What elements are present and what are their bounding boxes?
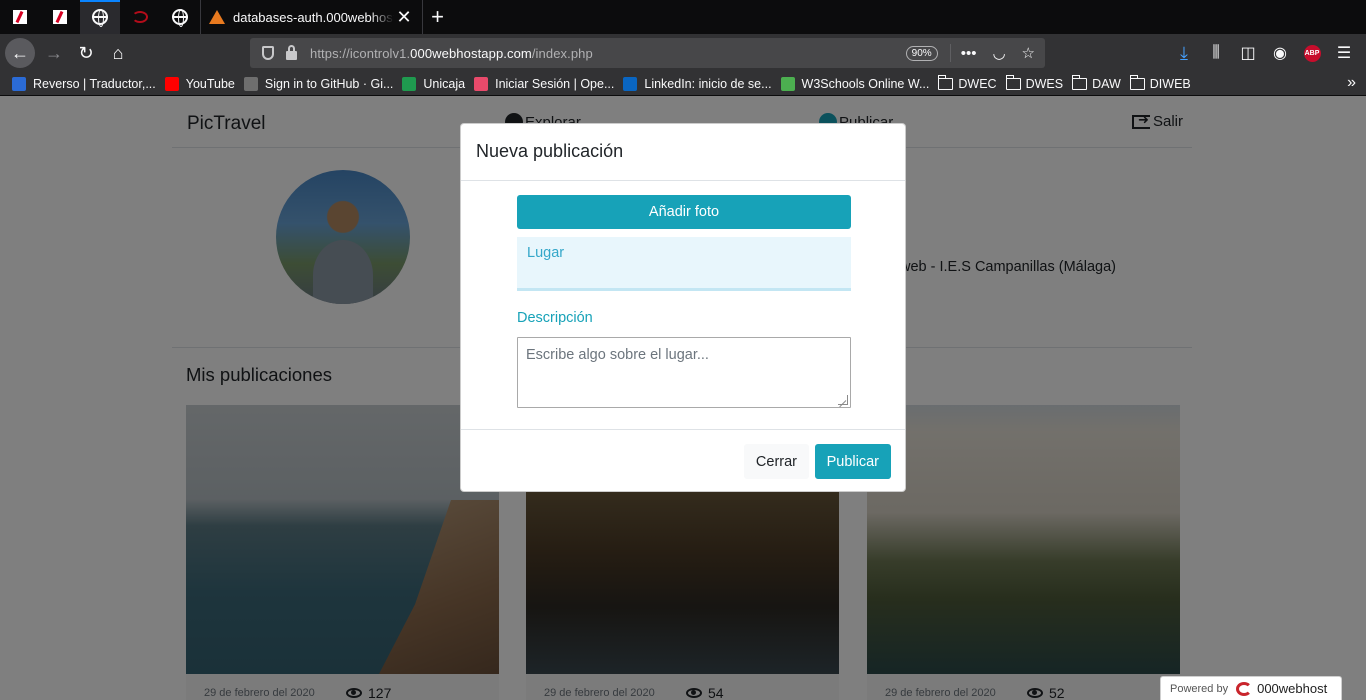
unicaja-icon xyxy=(402,76,417,91)
pocket-icon[interactable]: ◡ xyxy=(992,44,1005,62)
bookmark-item[interactable]: Reverso | Traductor,... xyxy=(12,76,156,91)
bookmark-item[interactable]: DAW xyxy=(1072,74,1121,91)
toolbar-right: ⤓ ⫼ ◫ ◉ ABP ☰ xyxy=(1168,34,1366,72)
library-icon[interactable]: ⫼ xyxy=(1200,37,1232,69)
bookmark-label: YouTube xyxy=(185,76,235,91)
url-bar[interactable]: https://icontrolv1.000webhostapp.com/ind… xyxy=(250,38,1045,68)
download-icon[interactable]: ⤓ xyxy=(1168,37,1200,69)
bookmarks-bar: Reverso | Traductor,... YouTube Sign in to… xyxy=(0,72,1366,96)
globe-icon xyxy=(172,9,188,27)
modal-title: Nueva publicación xyxy=(476,141,624,161)
bookmark-label: Reverso | Traductor,... xyxy=(33,76,156,91)
app-favicon-icon xyxy=(53,10,67,24)
w3schools-icon xyxy=(780,76,795,91)
powered-by-badge[interactable]: Powered by 000webhost xyxy=(1160,676,1342,700)
swirl-icon xyxy=(132,11,148,23)
tab-pinned-2[interactable] xyxy=(40,0,80,34)
tracking-shield-icon[interactable] xyxy=(262,46,274,60)
add-photo-button[interactable]: Añadir foto xyxy=(517,195,851,229)
adblock-plus-icon[interactable]: ABP xyxy=(1296,37,1328,69)
folder-icon xyxy=(1005,74,1021,90)
powered-by-brand: 000webhost xyxy=(1257,681,1328,696)
close-tab-icon[interactable]: ✕ xyxy=(394,7,414,28)
back-button[interactable]: ← xyxy=(5,38,35,68)
bookmark-label: DWEC xyxy=(958,76,997,91)
folder-icon xyxy=(1072,74,1088,90)
bookmark-item[interactable]: DIWEB xyxy=(1129,74,1191,91)
000webhost-logo-icon xyxy=(1236,681,1253,696)
tab-pinned-4[interactable] xyxy=(120,0,160,34)
sidebar-icon[interactable]: ◫ xyxy=(1232,37,1264,69)
powered-by-label: Powered by xyxy=(1170,682,1229,695)
bookmark-label: DWES xyxy=(1025,76,1064,91)
000webhost-favicon-icon xyxy=(209,10,225,24)
github-icon xyxy=(243,76,258,91)
url-prefix: https://icontrolv1. xyxy=(310,45,411,61)
lock-icon[interactable] xyxy=(286,45,297,60)
bookmark-item[interactable]: YouTube xyxy=(164,76,235,91)
app-favicon-icon xyxy=(13,10,27,24)
bookmark-item[interactable]: LinkedIn: inicio de se... xyxy=(623,76,772,91)
reload-button[interactable]: ↻ xyxy=(70,37,102,69)
description-textarea[interactable] xyxy=(517,337,851,408)
modal-footer: Cerrar Publicar xyxy=(461,429,905,492)
page: PicTravel Explorar Publicar Salir web - … xyxy=(0,96,1366,700)
bookmark-label: LinkedIn: inicio de se... xyxy=(644,76,772,91)
bookmark-label: DAW xyxy=(1092,76,1121,91)
nav-toolbar: ← → ↻ ⌂ https://icontrolv1.000webhostapp… xyxy=(0,34,1366,72)
tab-title: databases-auth.000webhostapp.com xyxy=(233,9,394,25)
youtube-icon xyxy=(164,76,179,91)
new-tab-button[interactable]: + xyxy=(422,0,452,34)
linkedin-icon xyxy=(623,76,638,91)
tab-active[interactable]: databases-auth.000webhostapp.com ✕ xyxy=(200,0,422,34)
url-text[interactable]: https://icontrolv1.000webhostapp.com/ind… xyxy=(310,46,906,61)
tab-pinned-1[interactable] xyxy=(0,0,40,34)
tab-pinned-5[interactable] xyxy=(160,0,200,34)
bookmark-item[interactable]: Unicaja xyxy=(402,76,466,91)
description-label: Descripción xyxy=(517,310,593,326)
url-actions: ••• ◡ ☆ xyxy=(949,44,1035,62)
place-label: Lugar xyxy=(527,245,565,261)
bookmark-label: Iniciar Sesión | Ope... xyxy=(495,76,615,91)
bookmark-item[interactable]: W3Schools Online W... xyxy=(780,76,930,91)
forward-button[interactable]: → xyxy=(38,37,70,69)
resize-handle-icon[interactable] xyxy=(838,395,848,405)
bookmark-star-icon[interactable]: ☆ xyxy=(1022,44,1035,62)
bookmark-item[interactable]: DWES xyxy=(1005,74,1064,91)
openwebinars-icon xyxy=(474,76,489,91)
bookmark-label: Sign in to GitHub · Gi... xyxy=(264,76,394,91)
bookmark-item[interactable]: Iniciar Sesión | Ope... xyxy=(474,76,615,91)
publish-button[interactable]: Publicar xyxy=(814,444,891,479)
account-icon[interactable]: ◉ xyxy=(1264,37,1296,69)
folder-icon xyxy=(938,74,954,90)
bookmark-label: W3Schools Online W... xyxy=(801,76,930,91)
bookmark-label: DIWEB xyxy=(1149,76,1191,91)
bookmark-item[interactable]: Sign in to GitHub · Gi... xyxy=(243,76,394,91)
tab-pinned-3[interactable] xyxy=(80,0,120,34)
bookmark-item[interactable]: DWEC xyxy=(938,74,997,91)
menu-icon[interactable]: ☰ xyxy=(1328,37,1360,69)
bookmark-label: Unicaja xyxy=(423,76,466,91)
modal-header: Nueva publicación xyxy=(461,124,905,181)
url-domain: 000webhostapp.com xyxy=(410,45,532,61)
place-field[interactable]: Lugar xyxy=(517,237,851,291)
globe-icon xyxy=(92,9,108,27)
folder-icon xyxy=(1129,74,1145,90)
bookmarks-overflow-icon[interactable]: » xyxy=(1347,74,1356,92)
url-path: /index.php xyxy=(531,45,593,61)
more-actions-icon[interactable]: ••• xyxy=(961,45,977,62)
close-button[interactable]: Cerrar xyxy=(743,444,809,479)
tab-strip: databases-auth.000webhostapp.com ✕ + xyxy=(0,0,1366,34)
zoom-indicator[interactable]: 90% xyxy=(905,45,938,61)
reverso-icon xyxy=(12,76,26,91)
new-post-modal: Nueva publicación Añadir foto Lugar Desc… xyxy=(460,123,906,492)
home-button[interactable]: ⌂ xyxy=(102,37,134,69)
